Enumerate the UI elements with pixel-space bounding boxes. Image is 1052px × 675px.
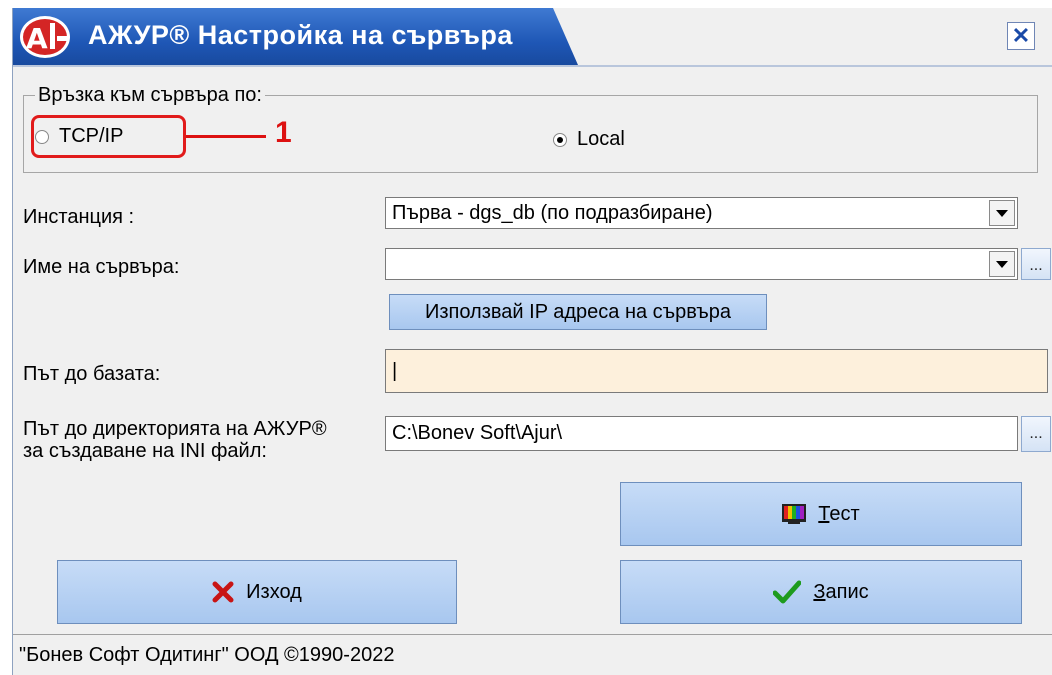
radio-local[interactable]: Local (553, 128, 625, 151)
ini-dir-label-line2: за създаване на INI файл: (23, 440, 267, 462)
green-checkmark-icon (773, 580, 802, 604)
title-bar[interactable]: A АЖУР® Настройка на сървъра ✕ (13, 8, 1052, 65)
title-separator (13, 65, 1052, 67)
db-path-value: | (392, 360, 398, 382)
ajur-logo-icon: A (20, 16, 70, 58)
db-path-label: Път до базата: (23, 363, 161, 385)
annotation-highlight-box (31, 115, 186, 158)
exit-button[interactable]: Изход (57, 560, 457, 624)
ini-dir-label-line1: Път до директорията на АЖУР® (23, 418, 327, 440)
save-button[interactable]: Запис (620, 560, 1022, 624)
tv-test-icon (782, 504, 807, 524)
test-button[interactable]: Тест (620, 482, 1022, 546)
exit-button-label: Изход (246, 580, 302, 603)
radio-local-label: Local (577, 128, 625, 150)
test-button-label: Тест (818, 502, 860, 525)
server-name-label: Име на сървъра: (23, 256, 180, 278)
radio-local-circle[interactable] (553, 132, 567, 147)
annotation-number: 1 (275, 116, 292, 149)
copyright-text: "Бонев Софт Одитинг" ООД ©1990-2022 (19, 644, 395, 666)
ini-dir-value: C:\Bonev Soft\Ajur\ (392, 422, 563, 444)
svg-text:A: A (26, 22, 48, 55)
connection-group-label: Връзка към сървъра по: (35, 84, 265, 107)
server-name-dropdown-arrow-icon[interactable] (989, 251, 1015, 277)
ini-dir-input[interactable]: C:\Bonev Soft\Ajur\ (385, 416, 1018, 451)
instance-dropdown-arrow-icon[interactable] (989, 200, 1015, 226)
instance-select[interactable]: Първа - dgs_db (по подразбиране) (385, 197, 1018, 229)
instance-label: Инстанция : (23, 206, 135, 228)
window-title: АЖУР® Настройка на сървъра (88, 20, 513, 50)
settings-window: A АЖУР® Настройка на сървъра ✕ Връзка къ… (12, 8, 1052, 675)
server-name-select[interactable] (385, 248, 1018, 280)
db-path-input[interactable]: | (385, 349, 1048, 393)
use-ip-address-button[interactable]: Използвай IP адреса на сървъра (389, 294, 767, 330)
status-bar: "Бонев Софт Одитинг" ООД ©1990-2022 (13, 634, 1052, 675)
use-ip-address-label: Използвай IP адреса на сървъра (424, 300, 731, 323)
instance-select-value: Първа - dgs_db (по подразбиране) (392, 202, 713, 224)
annotation-line (186, 135, 266, 138)
ini-dir-browse-button[interactable]: ... (1021, 416, 1051, 452)
red-x-icon (212, 581, 234, 603)
server-browse-button[interactable]: ... (1021, 248, 1051, 280)
save-button-label: Запис (813, 580, 869, 603)
close-button[interactable]: ✕ (1007, 22, 1035, 50)
